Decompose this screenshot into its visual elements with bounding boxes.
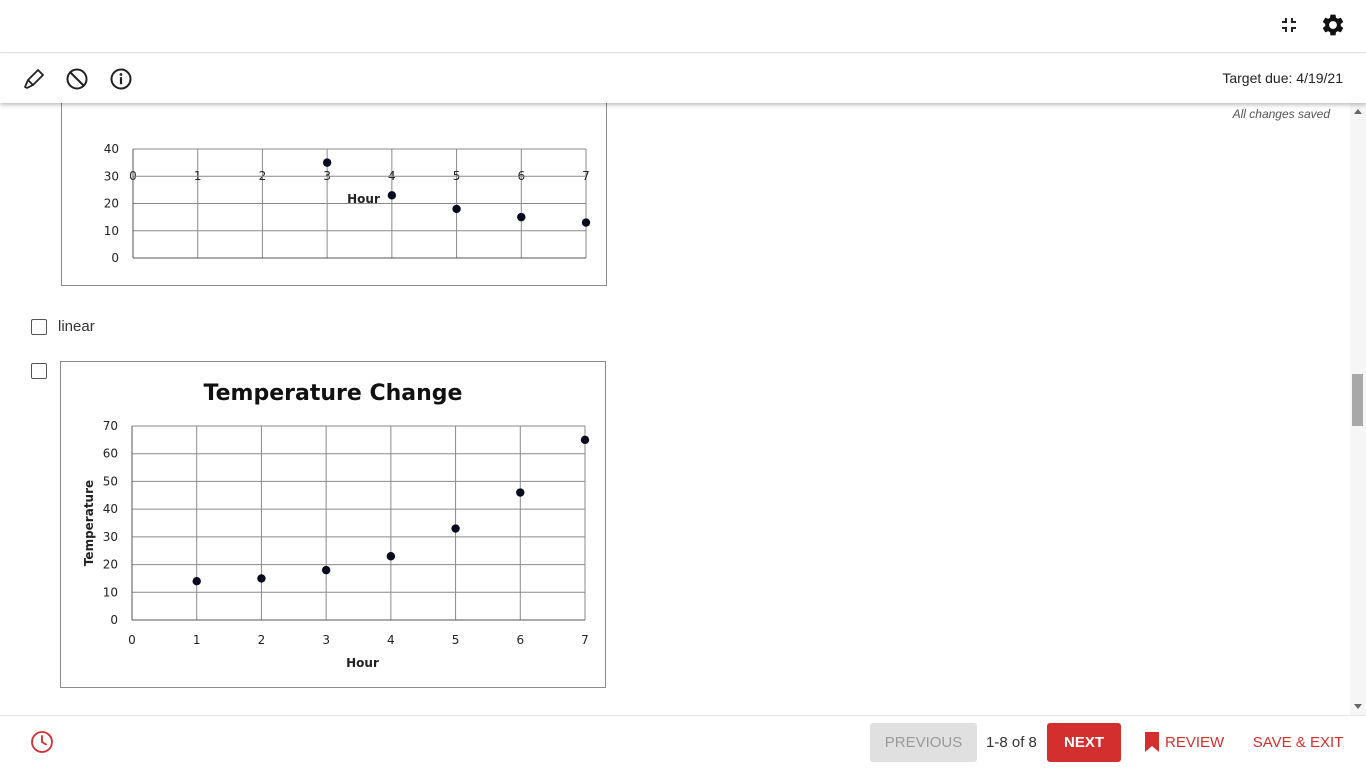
info-icon[interactable] [108, 66, 134, 92]
review-label: REVIEW [1165, 734, 1225, 751]
data-point [517, 212, 526, 222]
previous-button[interactable]: PREVIOUS [870, 723, 977, 762]
y-tick-label: 10 [104, 224, 119, 238]
highlighter-icon[interactable] [21, 66, 47, 92]
data-point [387, 191, 397, 200]
scrollbar[interactable] [1350, 103, 1366, 715]
y-tick-label: 70 [103, 419, 118, 433]
checkbox-chart-option-2[interactable] [31, 363, 47, 379]
x-tick-label: 1 [193, 633, 201, 647]
y-tick-label: 0 [110, 613, 118, 627]
question-content: All changes saved 01234567010203040HourT… [0, 103, 1350, 715]
x-axis-label: Hour [346, 656, 379, 670]
review-button[interactable]: REVIEW [1142, 723, 1225, 762]
save-exit-button[interactable]: SAVE & EXIT [1250, 723, 1346, 762]
data-point [451, 524, 460, 533]
y-tick-label: 50 [103, 474, 118, 488]
x-tick-label: 2 [258, 633, 266, 647]
data-point [192, 577, 201, 586]
y-tick-label: 20 [104, 197, 119, 211]
clock-icon[interactable] [30, 730, 54, 754]
y-tick-label: 20 [103, 558, 118, 572]
data-point [516, 488, 525, 497]
toolbar: Target due: 4/19/21 [0, 54, 1366, 103]
x-tick-label: 3 [322, 633, 330, 647]
y-tick-label: 10 [103, 585, 118, 599]
x-tick-label: 6 [516, 633, 524, 647]
block-icon[interactable] [64, 66, 90, 92]
gear-icon[interactable] [1320, 12, 1346, 38]
data-point [257, 574, 266, 583]
data-point [322, 158, 332, 167]
target-due: Target due: 4/19/21 [1222, 70, 1343, 86]
bookmark-icon [1145, 732, 1159, 752]
collapse-icon[interactable] [1276, 12, 1302, 38]
y-tick-label: 60 [103, 447, 118, 461]
data-point [321, 565, 331, 575]
next-button[interactable]: NEXT [1047, 723, 1121, 762]
x-tick-label: 4 [387, 633, 395, 647]
x-tick-label: 0 [128, 633, 136, 647]
footer-bar: PREVIOUS 1-8 of 8 NEXT REVIEW SAVE & EXI… [0, 715, 1366, 768]
top-bar [0, 0, 1366, 53]
data-point [452, 204, 461, 214]
data-point [580, 435, 590, 445]
scroll-thumb[interactable] [1352, 374, 1363, 426]
y-tick-label: 40 [104, 142, 119, 156]
scatter-chart-1: 01234567010203040HourTempera [104, 142, 591, 265]
y-axis-label: Temperature [82, 480, 96, 566]
scroll-up-arrow[interactable] [1354, 109, 1362, 114]
x-tick-label: 5 [452, 633, 460, 647]
scroll-down-arrow[interactable] [1354, 704, 1362, 709]
checkbox-linear[interactable] [31, 319, 47, 335]
y-tick-label: 0 [111, 251, 119, 265]
page-count: 1-8 of 8 [986, 734, 1037, 751]
chart-title: Temperature Change [204, 381, 463, 406]
option-label-linear: linear [58, 318, 95, 335]
data-point [386, 552, 396, 561]
x-tick-label: 7 [581, 633, 589, 647]
save-status: All changes saved [1232, 107, 1330, 121]
y-tick-label: 40 [103, 502, 118, 516]
chart-option-2: 0 1 2 3 4 5 6 7 0 10 20 30 40 50 60 70 Temperature Chang… [60, 361, 606, 688]
x-axis-label: Hour [347, 192, 380, 206]
y-tick-label: 30 [103, 530, 118, 544]
data-point [581, 218, 591, 227]
chart-option-1: 01234567010203040HourTempera [61, 103, 607, 286]
scatter-chart-2: 0 1 2 3 4 5 6 7010203040506070Temperature Chang… [82, 381, 590, 670]
y-tick-label: 30 [104, 169, 119, 183]
